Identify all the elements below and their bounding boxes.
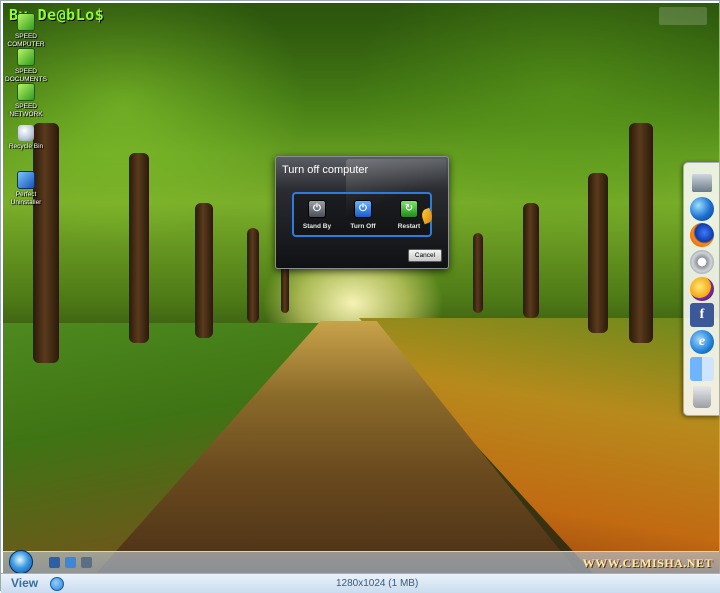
speed-network-icon (17, 83, 35, 101)
desktop-icon-label: DOCUMENTS (5, 75, 47, 83)
tree-trunk (588, 173, 608, 333)
turn-off-label: Turn Off (350, 223, 376, 230)
tree-trunk (33, 123, 59, 363)
restart-icon: ↻ (400, 200, 418, 218)
dock-item-trash[interactable] (690, 385, 714, 409)
tree-trunk (195, 203, 213, 338)
power-icon: ⏻ (354, 200, 372, 218)
computer-icon (692, 174, 712, 192)
trash-icon (693, 386, 711, 408)
quicklaunch-desktop-icon[interactable] (49, 557, 60, 568)
tree-trunk (247, 228, 259, 323)
desktop-icon-label: Recycle Bin (8, 143, 44, 150)
view-menu-button[interactable]: View (11, 576, 38, 590)
tree-trunk (473, 233, 483, 313)
desktop-icon-label: SPEED (14, 103, 38, 110)
globe-icon[interactable] (690, 197, 714, 221)
image-viewer-window: By De@bLo$ SPEED COMPUTER SPEED DOCUMENT… (0, 0, 720, 593)
finder-icon[interactable] (690, 357, 714, 381)
desktop-icon-label: NETWORK (9, 110, 43, 118)
cancel-button[interactable]: Cancel (408, 249, 442, 262)
tree-trunk (523, 203, 539, 318)
tree-trunk (129, 153, 149, 343)
power-options-group: ⏻ Stand By ⏻ Turn Off ↻ Restart (292, 192, 432, 237)
desktop-icon-label: Perfect (15, 191, 37, 198)
perfect-uninstaller-icon (17, 171, 35, 189)
start-button[interactable] (9, 550, 33, 574)
dialog-title: Turn off computer (282, 164, 369, 176)
desktop-icon-label: SPEED (14, 68, 38, 75)
tree-trunk (629, 123, 653, 343)
desktop-icon-perfect-uninstaller[interactable]: Perfect Uninstaller (5, 171, 47, 206)
quicklaunch-browser-icon[interactable] (65, 557, 76, 568)
internet-explorer-icon[interactable]: e (690, 330, 714, 354)
stand-by-label: Stand By (302, 223, 332, 230)
turn-off-dialog: Turn off computer ⏻ Stand By ⏻ Turn Off … (275, 156, 449, 269)
desktop-icon-label: Uninstaller (10, 198, 42, 206)
desktop-icon-speed-computer[interactable]: SPEED COMPUTER (5, 13, 47, 48)
recycle-bin-icon (18, 125, 34, 141)
gear-icon[interactable] (690, 250, 714, 274)
turn-off-button[interactable]: ⏻ Turn Off (342, 200, 384, 230)
dock-item-computer[interactable] (690, 171, 714, 195)
desktop-icon-recycle-bin[interactable]: Recycle Bin (5, 125, 47, 151)
image-dimensions-label: 1280x1024 (1 MB) (336, 578, 419, 589)
messenger-icon[interactable] (690, 277, 714, 301)
desktop-icon-speed-network[interactable]: SPEED NETWORK (5, 83, 47, 118)
desktop-icon-label: SPEED (14, 33, 38, 40)
site-watermark: WWW.CEMISHA.NET (582, 556, 713, 570)
zoom-icon[interactable] (50, 577, 64, 591)
standby-icon: ⏻ (308, 200, 326, 218)
side-dock: f e (683, 162, 720, 416)
desktop-icon-label: COMPUTER (7, 40, 45, 48)
stand-by-button[interactable]: ⏻ Stand By (296, 200, 338, 230)
taskbar: WWW.CEMISHA.NET (3, 550, 719, 574)
firefox-icon[interactable] (690, 223, 714, 247)
speed-documents-icon (17, 48, 35, 66)
quicklaunch-media-icon[interactable] (81, 557, 92, 568)
speed-computer-icon (17, 13, 35, 31)
viewer-status-bar: View 1280x1024 (1 MB) (1, 573, 720, 593)
facebook-icon[interactable]: f (690, 303, 714, 327)
photo-logo (659, 7, 707, 25)
desktop-wallpaper: By De@bLo$ SPEED COMPUTER SPEED DOCUMENT… (3, 3, 719, 573)
wallpaper-canopy (3, 3, 719, 153)
desktop-icon-speed-documents[interactable]: SPEED DOCUMENTS (5, 48, 47, 83)
